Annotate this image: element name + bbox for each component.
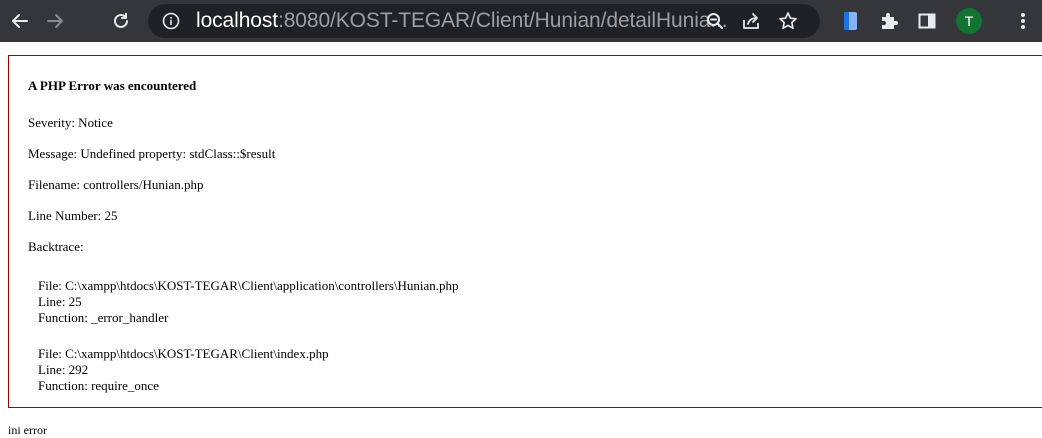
backtrace-entry: File: C:\xampp\htdocs\KOST-TEGAR\Client\… (38, 278, 459, 326)
error-heading: A PHP Error was encountered (28, 78, 197, 93)
backtrace-file: File: C:\xampp\htdocs\KOST-TEGAR\Client\… (38, 346, 329, 361)
share-icon[interactable] (741, 11, 761, 31)
error-filename: Filename: controllers/Hunian.php (28, 177, 204, 192)
more-icon[interactable] (1012, 10, 1034, 32)
php-error-box: A PHP Error was encountered Severity: No… (8, 55, 1042, 408)
backtrace-entry: File: C:\xampp\htdocs\KOST-TEGAR\Client\… (38, 346, 329, 394)
backtrace-function: Function: require_once (38, 378, 159, 393)
backtrace-file: File: C:\xampp\htdocs\KOST-TEGAR\Client\… (38, 278, 459, 293)
side-panel-icon[interactable] (916, 10, 938, 32)
reload-icon[interactable] (106, 6, 136, 36)
backtrace-function: Function: _error_handler (38, 310, 169, 325)
star-icon[interactable] (778, 11, 798, 31)
error-line-number: Line Number: 25 (28, 208, 118, 223)
url-path: :8080/KOST-TEGAR/Client/Hunian/detailHun… (277, 9, 728, 32)
error-message: Message: Undefined property: stdClass::$… (28, 146, 276, 161)
backtrace-line: Line: 292 (38, 362, 89, 377)
page-output-text: ini error (8, 423, 47, 437)
backtrace-line: Line: 25 (38, 294, 82, 309)
extension-icon[interactable] (840, 10, 862, 32)
backtrace-label: Backtrace: (28, 239, 84, 254)
puzzle-icon[interactable] (878, 10, 900, 32)
address-bar[interactable]: localhost:8080/KOST-TEGAR/Client/Hunian/… (148, 4, 820, 38)
back-arrow-icon[interactable] (5, 6, 35, 36)
forward-arrow-icon[interactable] (40, 6, 70, 36)
zoom-icon[interactable] (705, 11, 725, 31)
error-severity: Severity: Notice (28, 115, 113, 130)
info-icon[interactable] (162, 12, 180, 30)
url-host: localhost (196, 9, 278, 32)
profile-avatar[interactable]: T (956, 8, 982, 34)
url-text[interactable]: localhost:8080/KOST-TEGAR/Client/Hunian/… (196, 4, 728, 38)
browser-toolbar: localhost:8080/KOST-TEGAR/Client/Hunian/… (0, 0, 1042, 42)
